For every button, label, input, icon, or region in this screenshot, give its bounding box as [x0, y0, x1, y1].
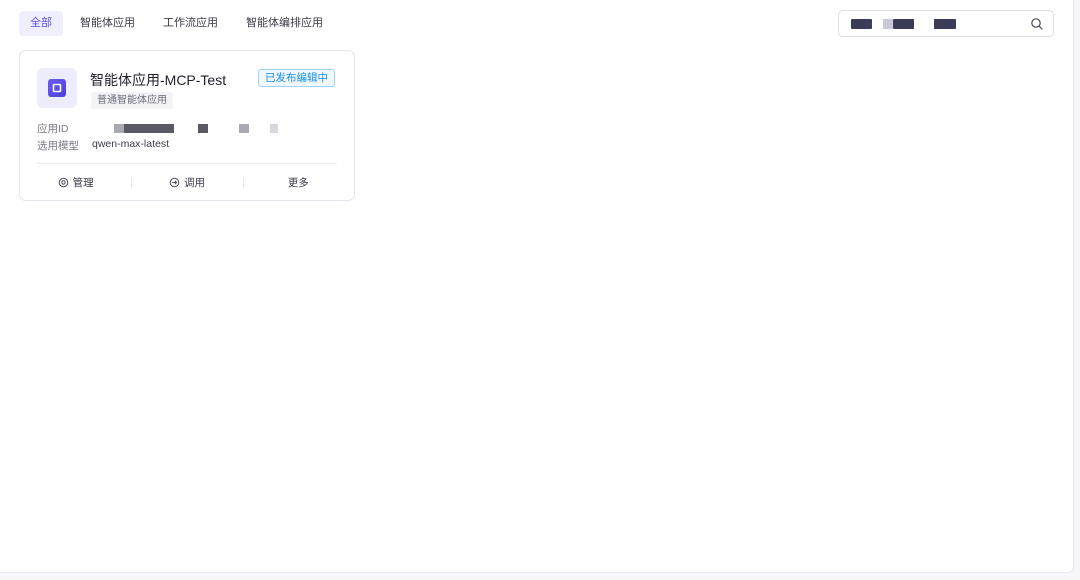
- enter-icon: [169, 177, 180, 187]
- app-name[interactable]: 智能体应用-MCP-Test: [90, 70, 226, 90]
- redacted-text: [851, 19, 872, 29]
- divider: [37, 163, 337, 164]
- more-label: 更多: [287, 176, 309, 189]
- model-value: qwen-max-latest: [92, 138, 170, 150]
- card-actions: 管理 调用 更多: [20, 171, 354, 193]
- manage-button[interactable]: 管理: [20, 171, 131, 193]
- redacted-text: [893, 19, 914, 29]
- category-tabs: 全部 智能体应用 工作流应用 智能体编排应用: [19, 11, 340, 36]
- model-label: 选用模型: [37, 140, 79, 152]
- model-row: 选用模型 qwen-max-latest: [37, 138, 169, 153]
- redacted-text: [934, 19, 956, 29]
- call-label: 调用: [183, 176, 205, 189]
- call-button[interactable]: 调用: [131, 171, 242, 193]
- tab-all[interactable]: 全部: [19, 11, 63, 36]
- status-badge: 已发布编辑中: [258, 69, 335, 87]
- app-card[interactable]: 智能体应用-MCP-Test 已发布编辑中 普通智能体应用 应用ID 选用模型 …: [19, 50, 355, 201]
- tab-workflow-apps[interactable]: 工作流应用: [152, 11, 229, 36]
- app-icon: [37, 68, 77, 108]
- redacted-text: [883, 19, 893, 29]
- main-panel: 全部 智能体应用 工作流应用 智能体编排应用 智能体应用-MCP-Test 已发…: [0, 0, 1074, 573]
- search-icon[interactable]: [1030, 17, 1044, 31]
- settings-icon: [58, 177, 68, 187]
- tab-agent-orchestration-apps[interactable]: 智能体编排应用: [235, 11, 334, 36]
- manage-label: 管理: [72, 176, 94, 189]
- app-type-tag: 普通智能体应用: [91, 92, 173, 109]
- app-id-label: 应用ID: [37, 123, 69, 135]
- search-input[interactable]: [838, 10, 1054, 37]
- app-id-row: 应用ID: [37, 121, 278, 136]
- more-button[interactable]: 更多: [242, 171, 354, 193]
- tab-agent-apps[interactable]: 智能体应用: [69, 11, 146, 36]
- app-logo-icon: [48, 79, 66, 97]
